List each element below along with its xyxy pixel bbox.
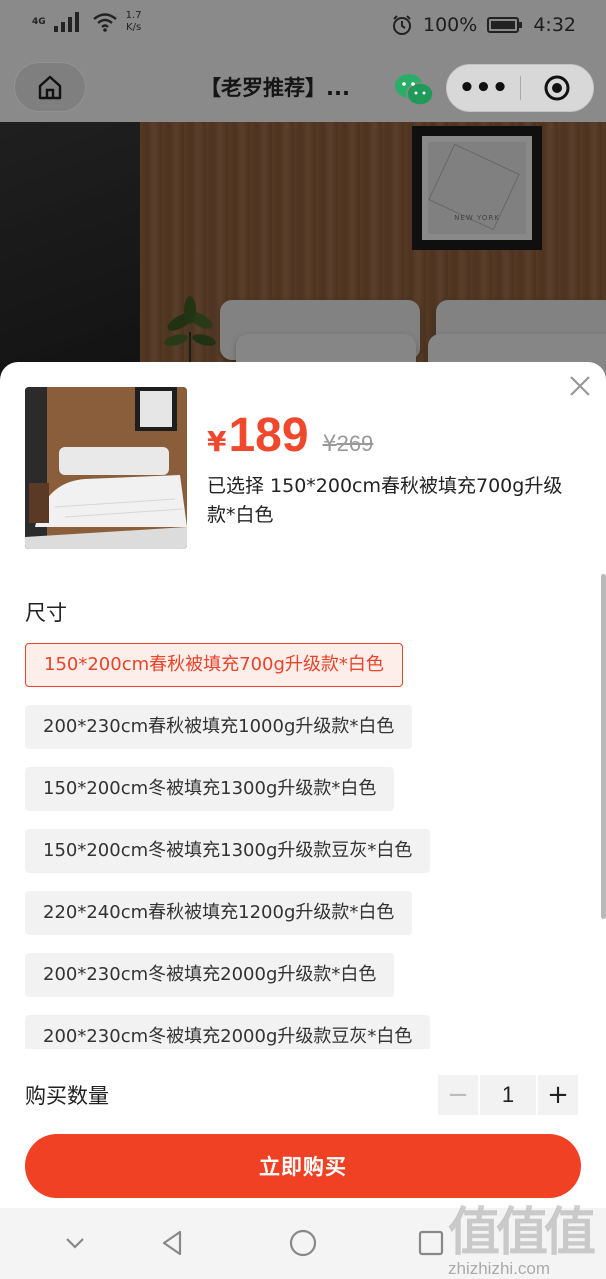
- price-row: ¥ 189 ¥ 269: [207, 408, 373, 463]
- network-type: 4G: [32, 17, 46, 27]
- close-mini-program-button[interactable]: [521, 73, 593, 103]
- home-button[interactable]: [14, 62, 86, 112]
- signal-icon: [53, 12, 79, 32]
- close-icon[interactable]: [568, 374, 592, 398]
- back-icon[interactable]: [158, 1228, 188, 1258]
- sku-selection-sheet: ¥ 189 ¥ 269 已选择 150*200cm春秋被填充700g升级款*白色 …: [0, 362, 606, 1208]
- quantity-label: 购买数量: [25, 1084, 109, 1108]
- size-option[interactable]: 150*200cm春秋被填充700g升级款*白色: [25, 643, 403, 687]
- battery-icon: [487, 17, 523, 33]
- size-option[interactable]: 200*230cm冬被填充2000g升级款*白色: [25, 953, 395, 997]
- size-option[interactable]: 200*230cm冬被填充2000g升级款豆灰*白色: [25, 1015, 431, 1049]
- network-speed: 1.7 K/s: [125, 10, 142, 33]
- wechat-icon: [395, 74, 434, 106]
- battery-percent: 100%: [423, 14, 478, 36]
- size-section-title: 尺寸: [25, 601, 67, 625]
- quantity-decrease-button[interactable]: −: [438, 1075, 478, 1115]
- chevron-down-icon[interactable]: [60, 1228, 90, 1258]
- quantity-value[interactable]: 1: [480, 1075, 536, 1115]
- capsule-menu: •••: [446, 64, 594, 112]
- recent-apps-icon[interactable]: [416, 1228, 446, 1258]
- home-circle-icon[interactable]: [288, 1228, 318, 1258]
- watermark: 值值值 zhizhizhi.com: [448, 1190, 598, 1278]
- quantity-increase-button[interactable]: +: [538, 1075, 578, 1115]
- current-price: 189: [228, 409, 309, 462]
- selected-label: 已选择: [207, 475, 265, 497]
- mini-program-nav-bar: 【老罗推荐】... •••: [0, 52, 606, 122]
- size-option[interactable]: 150*200cm冬被填充1300g升级款*白色: [25, 767, 395, 811]
- target-close-icon: [544, 75, 570, 101]
- size-option[interactable]: 200*230cm春秋被填充1000g升级款*白色: [25, 705, 413, 749]
- home-icon: [38, 75, 62, 100]
- quantity-stepper: − 1 +: [438, 1075, 578, 1115]
- watermark-glyphs: 值值值: [448, 1203, 596, 1263]
- status-bar: 4G 1.7 K/s 100% 4:32: [0, 0, 606, 52]
- alarm-icon: [393, 15, 411, 35]
- size-option[interactable]: 150*200cm冬被填充1300g升级款豆灰*白色: [25, 829, 431, 873]
- original-price: 269: [336, 431, 374, 456]
- more-menu-button[interactable]: •••: [447, 68, 520, 108]
- wifi-icon: [92, 13, 117, 32]
- product-thumbnail: [25, 387, 187, 549]
- buy-now-button[interactable]: 立即购买: [25, 1134, 581, 1198]
- selected-sku-text: 已选择 150*200cm春秋被填充700g升级款*白色: [207, 472, 577, 530]
- scrollbar[interactable]: [601, 574, 606, 919]
- size-options-scroll-area[interactable]: 尺寸 150*200cm春秋被填充700g升级款*白色 200*230cm春秋被…: [0, 577, 606, 1049]
- clock: 4:32: [533, 14, 576, 36]
- original-price-currency: ¥: [322, 432, 337, 457]
- page-title: 【老罗推荐】...: [200, 76, 350, 100]
- size-option[interactable]: 220*240cm春秋被填充1200g升级款*白色: [25, 891, 413, 935]
- price-currency: ¥: [207, 425, 227, 458]
